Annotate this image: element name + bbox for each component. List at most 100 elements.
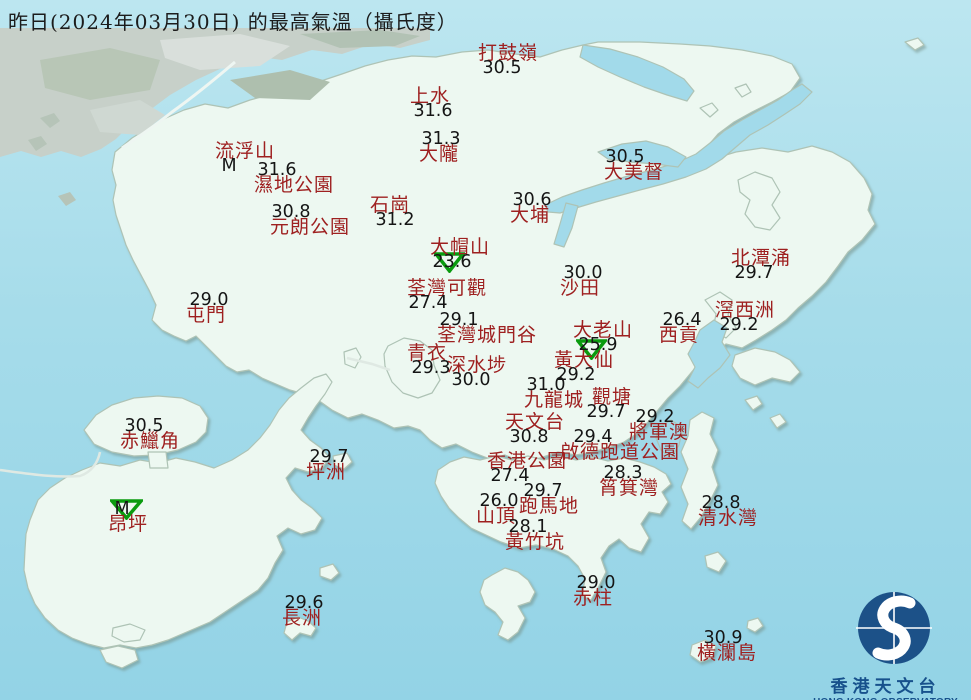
station-temperature-value: 28.1 <box>508 517 548 537</box>
station-label: 26.0 山頂 <box>426 491 566 527</box>
station-label: 天文台 30.8 <box>465 411 605 446</box>
station-name: 清水灣 <box>697 507 758 529</box>
station-label: 大帽山 23.6 <box>390 236 530 271</box>
station-name: 天文台 <box>504 411 565 433</box>
station-label: 26.4 西貢 <box>609 310 749 346</box>
station-label: M 昂坪 <box>58 500 198 535</box>
station-temperature-value: 26.0 <box>479 491 519 511</box>
station-label: 30.9 橫瀾島 <box>657 629 797 664</box>
station-label: 深水埗 30.0 <box>407 354 547 389</box>
station-temperature-value: 30.8 <box>509 427 549 447</box>
station-temperature-value: 31.6 <box>413 101 453 121</box>
station-name: 黃大仙 <box>553 349 614 371</box>
station-temperature-value: 29.7 <box>734 263 774 283</box>
station-label: 30.5 赤鱲角 <box>80 417 220 452</box>
station-label: 29.4 啟德跑道公園 <box>550 428 690 461</box>
station-label: 29.1 荃灣城門谷 <box>417 311 557 346</box>
station-label: 上水 31.6 <box>360 85 500 121</box>
station-temperature-value: 31.2 <box>375 210 415 230</box>
station-name: 山頂 <box>475 505 516 527</box>
station-name: 上水 <box>409 85 450 107</box>
station-name: 大老山 <box>572 319 633 341</box>
station-temperature-value: 29.7 <box>523 481 563 501</box>
station-name: 濕地公園 <box>253 174 334 196</box>
station-name: 深水埗 <box>446 354 507 376</box>
station-name: 荃灣可觀 <box>406 277 487 299</box>
station-temperature-value: 30.0 <box>563 263 603 283</box>
station-label: 荃灣可觀 27.4 <box>377 277 517 312</box>
station-label: 30.8 元朗公園 <box>240 203 380 238</box>
station-temperature-value: 30.6 <box>512 190 552 210</box>
station-label: 29.6 長洲 <box>232 593 372 629</box>
station-name: 坪洲 <box>305 461 346 483</box>
station-label: 29.7 跑馬地 <box>479 482 619 517</box>
station-name: 長洲 <box>281 607 322 629</box>
station-label: 29.2 將軍澳 <box>589 408 729 443</box>
station-temperature-value: 29.2 <box>556 365 596 385</box>
hko-logo: 香港天文台 HONG KONG OBSERVATORY <box>800 586 971 700</box>
station-temperature-value: 27.4 <box>408 293 448 313</box>
station-temperature-value: 29.0 <box>576 573 616 593</box>
station-name: 昂坪 <box>107 513 148 535</box>
station-label: 流浮山 M <box>175 140 315 175</box>
hko-logo-chinese-name: 香港天文台 <box>830 677 941 697</box>
station-name: 大帽山 <box>429 236 490 258</box>
station-name: 觀塘 <box>591 386 632 408</box>
station-name: 西貢 <box>658 324 699 346</box>
station-temperature-value: 28.8 <box>701 493 741 513</box>
station-name: 打鼓嶺 <box>477 42 538 64</box>
station-label: 29.7 坪洲 <box>256 447 396 483</box>
station-label: 31.0 九龍城 <box>484 376 624 411</box>
station-label: 石崗 31.2 <box>320 194 460 229</box>
hko-logo-emblem <box>856 592 932 664</box>
station-label: 28.3 筲箕灣 <box>559 464 699 499</box>
station-name: 大埔 <box>509 204 550 226</box>
station-name: 荃灣城門谷 <box>436 324 537 346</box>
station-temperature-value: 31.0 <box>526 375 566 395</box>
station-label: 28.8 清水灣 <box>658 494 798 529</box>
station-temperature-value: 30.5 <box>482 58 522 78</box>
station-label: 滘西洲 29.2 <box>675 299 815 334</box>
station-name: 香港公園 <box>486 450 567 472</box>
station-name: 沙田 <box>559 277 600 299</box>
station-label: 觀塘 29.7 <box>542 386 682 421</box>
station-name: 石崗 <box>369 194 410 216</box>
station-label: 北潭涌 29.7 <box>691 249 831 282</box>
station-temperature-value: 29.7 <box>586 402 626 422</box>
station-name: 橫瀾島 <box>696 642 757 664</box>
station-temperature-value: 23.6 <box>432 252 472 272</box>
station-name: 赤鱲角 <box>119 430 180 452</box>
hko-max-temperature-map: 昨日(2024年03月30日) 的最高氣溫（攝氏度） 打鼓嶺 30.5 上水 31.6… <box>0 0 971 700</box>
station-label: 30.5 大美督 <box>564 148 704 183</box>
station-temperature-value: 29.2 <box>635 407 675 427</box>
station-temperature-value: 29.6 <box>284 593 324 613</box>
station-name: 屯門 <box>185 304 226 326</box>
station-name: 黃竹坑 <box>504 531 565 553</box>
station-temperature-value: 29.1 <box>439 310 479 330</box>
station-name: 大美督 <box>603 161 664 183</box>
station-name: 筲箕灣 <box>598 477 659 499</box>
station-name: 大隴 <box>418 143 459 165</box>
station-name: 流浮山 <box>214 140 275 162</box>
station-temperature-value: 29.3 <box>411 358 451 378</box>
station-temperature-value: 30.9 <box>703 628 743 648</box>
station-name: 滘西洲 <box>714 299 775 321</box>
station-temperature-value: 26.4 <box>662 310 702 330</box>
station-temperature-value: 30.8 <box>271 202 311 222</box>
station-name: 元朗公園 <box>269 216 350 238</box>
station-label: 30.0 沙田 <box>510 263 650 299</box>
station-temperature-value: 25.9 <box>578 335 618 355</box>
station-name: 九龍城 <box>523 389 584 411</box>
station-temperature-value: 28.3 <box>603 463 643 483</box>
station-temperature-value: 30.0 <box>451 370 491 390</box>
station-temperature-value: 29.4 <box>573 427 613 447</box>
station-name: 跑馬地 <box>518 495 579 517</box>
station-temperature-value: 29.7 <box>309 447 349 467</box>
station-temperature-value: M <box>114 499 130 519</box>
station-temperature-value: 27.4 <box>490 466 530 486</box>
station-label: 黃大仙 29.2 <box>514 349 654 384</box>
station-label: 青衣 29.3 <box>357 344 497 377</box>
station-name: 將軍澳 <box>628 421 689 443</box>
station-temperature-value: 29.0 <box>189 290 229 310</box>
station-label: 30.6 大埔 <box>460 190 600 226</box>
